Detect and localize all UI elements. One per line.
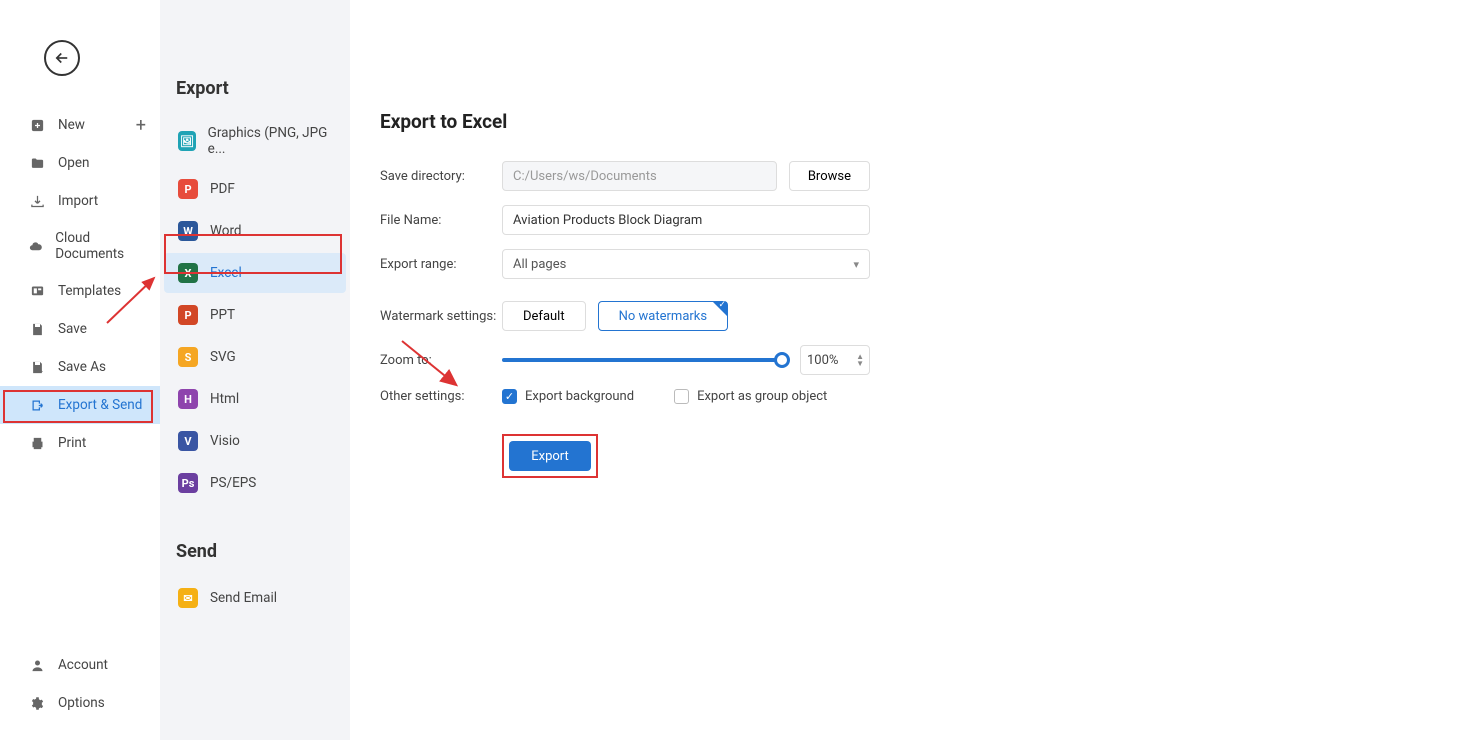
image-icon: 🖼 <box>178 131 196 151</box>
sidebar-item-account[interactable]: Account <box>0 646 160 684</box>
slider-thumb[interactable] <box>774 352 790 368</box>
svg-icon: S <box>178 347 198 367</box>
export-icon <box>28 396 46 414</box>
sidebar-item-new[interactable]: New + <box>0 106 160 144</box>
chevron-down-icon: ▾ <box>853 258 859 271</box>
format-pdf[interactable]: PPDF <box>164 169 346 209</box>
label-file-name: File Name: <box>380 213 502 228</box>
zoom-spinner[interactable]: 100% ▲▼ <box>800 345 870 375</box>
format-excel[interactable]: XExcel <box>164 253 346 293</box>
label-watermark: Watermark settings: <box>380 309 502 324</box>
panel-title: Export to Excel <box>380 110 870 133</box>
pdf-icon: P <box>178 179 198 199</box>
format-ppt[interactable]: PPPT <box>164 295 346 335</box>
ps-icon: Ps <box>178 473 198 493</box>
label-save-directory: Save directory: <box>380 169 502 184</box>
mail-icon: ✉ <box>178 588 198 608</box>
export-group-checkbox[interactable]: Export as group object <box>674 389 827 404</box>
sidebar-item-print[interactable]: Print <box>0 424 160 462</box>
format-graphics[interactable]: 🖼Graphics (PNG, JPG e... <box>164 115 346 167</box>
file-name-input[interactable] <box>502 205 870 235</box>
excel-icon: X <box>178 263 198 283</box>
zoom-slider[interactable] <box>502 358 782 362</box>
plus-icon[interactable]: + <box>136 115 146 136</box>
send-heading: Send <box>160 533 350 576</box>
gear-icon <box>28 694 46 712</box>
save-directory-input[interactable] <box>502 161 777 191</box>
sidebar-item-import[interactable]: Import <box>0 182 160 220</box>
watermark-default-button[interactable]: Default <box>502 301 586 331</box>
export-background-checkbox[interactable]: ✓ Export background <box>502 389 634 404</box>
checkbox-checked-icon: ✓ <box>502 389 517 404</box>
folder-icon <box>28 154 46 172</box>
label-other: Other settings: <box>380 389 502 404</box>
plus-square-icon <box>28 116 46 134</box>
cloud-icon <box>28 237 43 255</box>
format-ps[interactable]: PsPS/EPS <box>164 463 346 503</box>
export-range-select[interactable]: All pages ▾ <box>502 249 870 279</box>
checkbox-empty-icon <box>674 389 689 404</box>
file-menu-sidebar: New + Open Import Cloud Documents Templa… <box>0 0 160 740</box>
save-icon <box>28 320 46 338</box>
account-icon <box>28 656 46 674</box>
back-button[interactable] <box>44 40 80 76</box>
format-visio[interactable]: VVisio <box>164 421 346 461</box>
templates-icon <box>28 282 46 300</box>
format-html[interactable]: HHtml <box>164 379 346 419</box>
annotation-box-export-button: Export <box>502 434 598 478</box>
html-icon: H <box>178 389 198 409</box>
export-formats-panel: Export 🖼Graphics (PNG, JPG e... PPDF WWo… <box>160 0 350 740</box>
export-heading: Export <box>160 70 350 113</box>
visio-icon: V <box>178 431 198 451</box>
label-export-range: Export range: <box>380 257 502 272</box>
format-svg[interactable]: SSVG <box>164 337 346 377</box>
sidebar-item-templates[interactable]: Templates <box>0 272 160 310</box>
ppt-icon: P <box>178 305 198 325</box>
sidebar-item-export-send[interactable]: Export & Send <box>0 386 160 424</box>
word-icon: W <box>178 221 198 241</box>
export-settings-panel: Export to Excel Save directory: Browse F… <box>350 0 1480 740</box>
label-zoom: Zoom to: <box>380 353 502 368</box>
sidebar-item-open[interactable]: Open <box>0 144 160 182</box>
sidebar-item-options[interactable]: Options <box>0 684 160 722</box>
sidebar-item-save[interactable]: Save <box>0 310 160 348</box>
sidebar-item-saveas[interactable]: Save As <box>0 348 160 386</box>
import-icon <box>28 192 46 210</box>
browse-button[interactable]: Browse <box>789 161 870 191</box>
send-email[interactable]: ✉Send Email <box>164 578 346 618</box>
sidebar-item-cloud[interactable]: Cloud Documents <box>0 220 160 272</box>
spinner-down-icon[interactable]: ▼ <box>856 360 864 367</box>
watermark-none-button[interactable]: No watermarks <box>598 301 728 331</box>
save-as-icon <box>28 358 46 376</box>
format-word[interactable]: WWord <box>164 211 346 251</box>
print-icon <box>28 434 46 452</box>
export-button[interactable]: Export <box>509 441 591 471</box>
